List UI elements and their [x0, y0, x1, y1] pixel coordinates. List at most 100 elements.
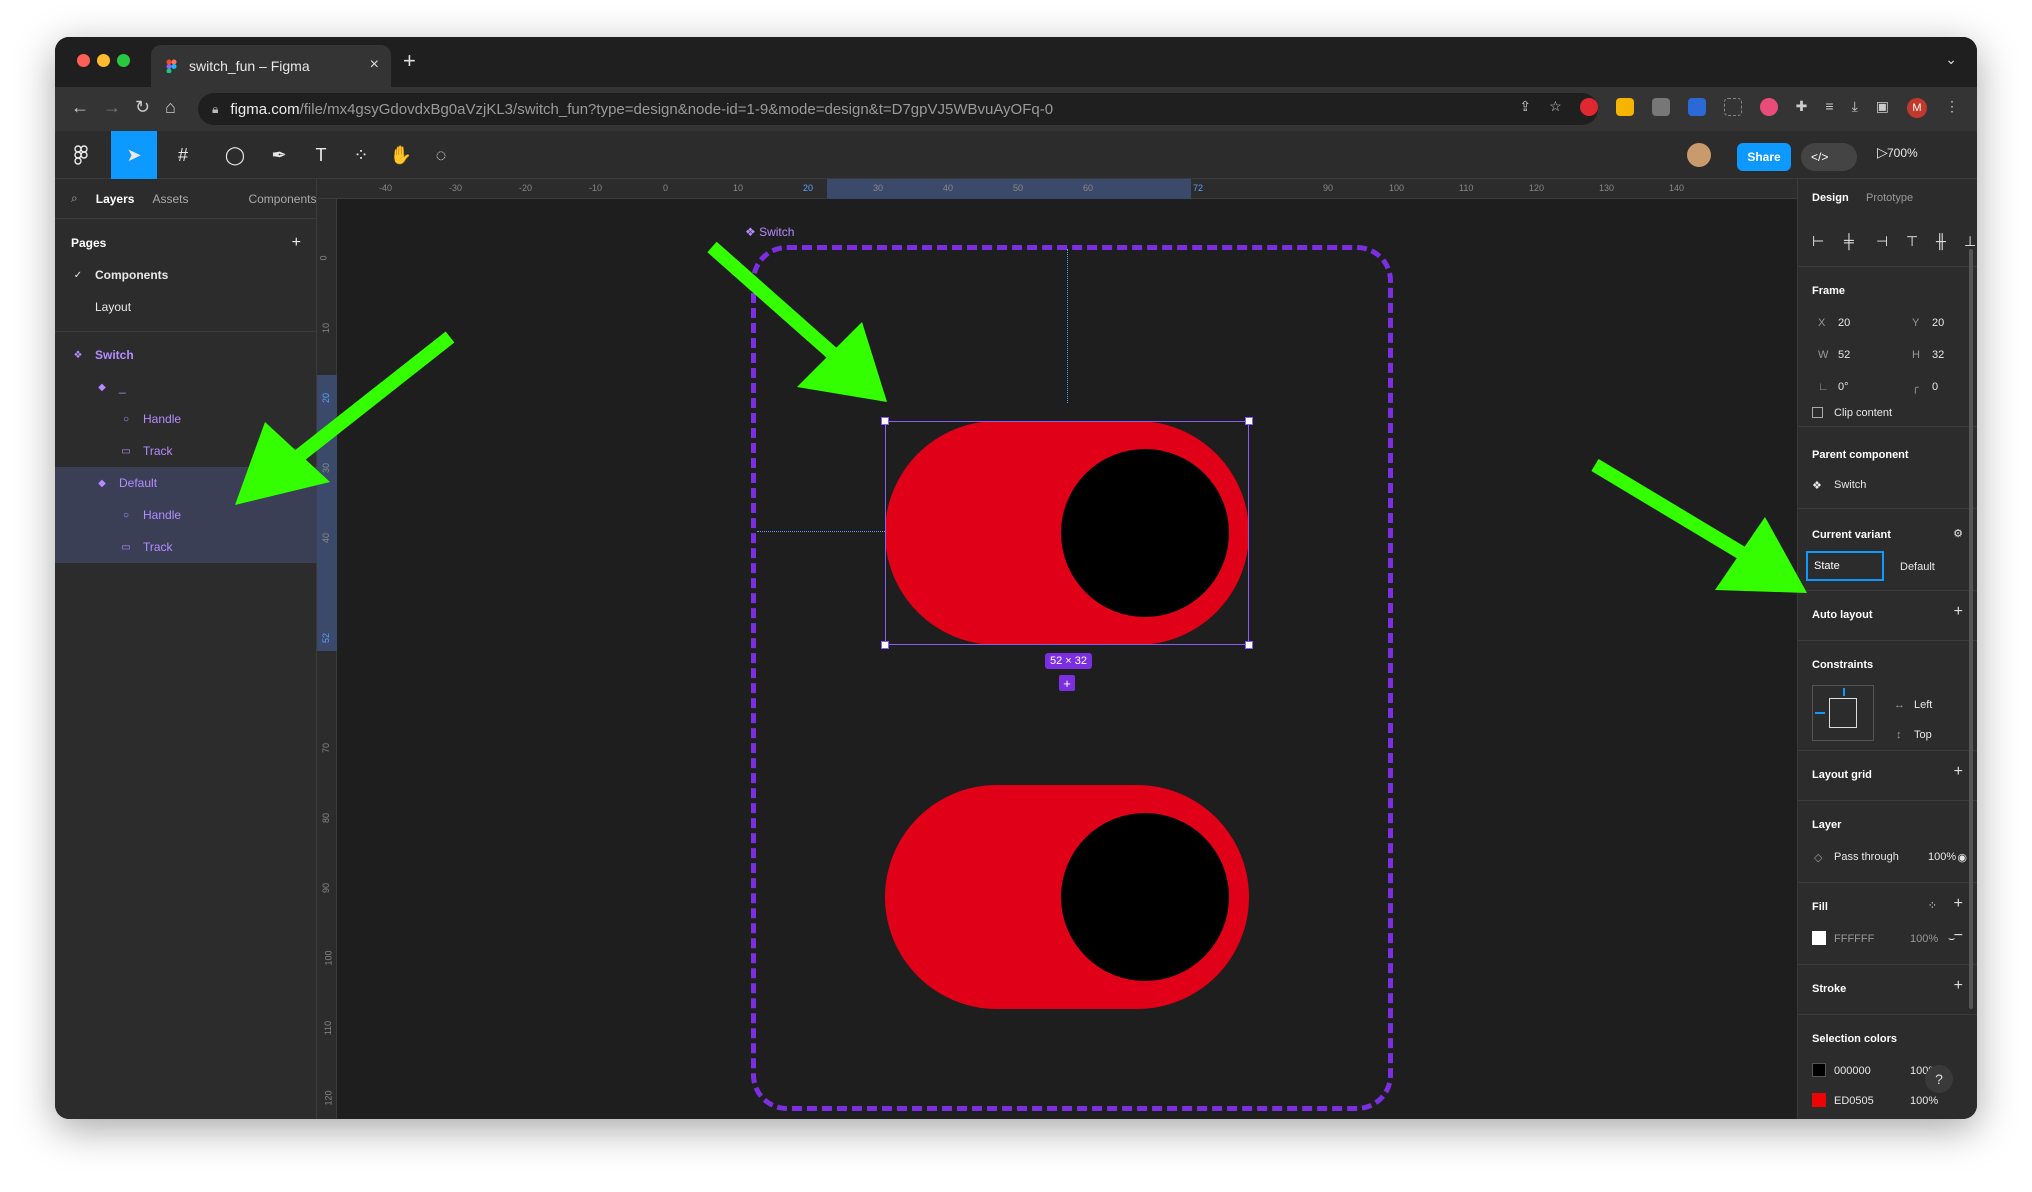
y-input[interactable]: 20 — [1932, 317, 1944, 329]
selection-color-swatch[interactable] — [1812, 1063, 1826, 1077]
reading-list-icon[interactable]: ≡ — [1825, 98, 1833, 118]
add-auto-layout-button[interactable]: + — [1954, 603, 1963, 621]
constraints-widget[interactable] — [1812, 685, 1874, 741]
bookmark-star-icon[interactable]: ☆ — [1549, 98, 1562, 118]
hand-tool-icon[interactable]: ✋ — [381, 131, 421, 179]
resources-icon[interactable]: ⁘ — [341, 131, 381, 179]
align-top-icon[interactable]: ⊤ — [1906, 233, 1918, 250]
layer-track[interactable]: ▭ Track — [55, 531, 317, 563]
fill-styles-icon[interactable]: ⁘ — [1928, 899, 1937, 912]
switch-handle[interactable] — [1061, 813, 1229, 981]
rotation-input[interactable]: 0° — [1838, 381, 1849, 393]
remove-fill-button[interactable]: − — [1954, 927, 1963, 945]
align-left-icon[interactable]: ⊢ — [1812, 233, 1824, 250]
close-window-button[interactable] — [77, 54, 90, 67]
add-layout-grid-button[interactable]: + — [1954, 763, 1963, 781]
panel-scrollbar[interactable] — [1969, 249, 1973, 1009]
blend-mode-dropdown[interactable]: Pass through — [1834, 851, 1899, 863]
zoom-level[interactable]: 700% — [1887, 146, 1918, 160]
download-icon[interactable]: ⤓ — [1852, 98, 1858, 118]
align-right-icon[interactable]: ⊣ — [1876, 233, 1888, 250]
add-stroke-button[interactable]: + — [1954, 977, 1963, 995]
share-page-icon[interactable]: ⇪ — [1519, 98, 1531, 118]
maximize-window-button[interactable] — [117, 54, 130, 67]
align-center-h-icon[interactable]: ╪ — [1844, 233, 1854, 249]
layer-opacity-input[interactable]: 100% — [1928, 851, 1956, 863]
selection-color-hex[interactable]: 000000 — [1834, 1065, 1871, 1077]
constraint-left-marker[interactable] — [1815, 712, 1825, 714]
variant-value-dropdown[interactable]: Default — [1900, 561, 1935, 573]
switch-variant-2[interactable] — [885, 785, 1249, 1009]
x-input[interactable]: 20 — [1838, 317, 1850, 329]
frame-title[interactable]: Frame — [1812, 285, 1845, 297]
fill-opacity-input[interactable]: 100% — [1910, 933, 1938, 945]
profile-avatar[interactable]: M — [1907, 98, 1927, 118]
add-fill-button[interactable]: + — [1954, 895, 1963, 913]
extension-dotted-icon[interactable] — [1723, 98, 1742, 116]
constraint-top-marker[interactable] — [1843, 688, 1845, 696]
home-icon[interactable]: ⌂ — [165, 97, 176, 118]
align-middle-icon[interactable]: ╫ — [1936, 233, 1946, 249]
tab-close-icon[interactable]: × — [370, 56, 379, 74]
resize-handle[interactable] — [881, 641, 889, 649]
frame-tool-icon[interactable]: # — [163, 131, 203, 179]
extension-yellow-icon[interactable] — [1615, 98, 1634, 116]
clip-content-checkbox[interactable] — [1812, 407, 1823, 418]
tab-layers[interactable]: Layers — [96, 192, 135, 206]
variant-property-field[interactable]: State — [1806, 551, 1884, 581]
main-menu-icon[interactable] — [61, 131, 101, 179]
selection-color-opacity[interactable]: 100% — [1910, 1095, 1938, 1107]
extension-blue-icon[interactable] — [1687, 98, 1706, 116]
fill-hex-input[interactable]: FFFFFF — [1834, 933, 1874, 945]
extension-pink-icon[interactable] — [1759, 98, 1778, 116]
visibility-eye-icon[interactable]: ◉ — [1957, 851, 1967, 864]
browser-tab[interactable]: switch_fun – Figma × — [151, 45, 391, 87]
move-tool-icon[interactable]: ➤ — [111, 131, 157, 179]
h-input[interactable]: 32 — [1932, 349, 1944, 361]
search-icon[interactable]: ⌕ — [71, 191, 78, 206]
design-canvas[interactable]: -40 -30 -20 -10 0 10 20 30 40 50 60 72 9… — [317, 179, 1797, 1119]
w-input[interactable]: 52 — [1838, 349, 1850, 361]
page-item-components[interactable]: ✓ Components — [55, 259, 317, 291]
align-bottom-icon[interactable]: ⊥ — [1964, 233, 1976, 250]
extension-red-icon[interactable] — [1579, 98, 1598, 116]
selection-color-swatch[interactable] — [1812, 1093, 1826, 1107]
minimize-window-button[interactable] — [97, 54, 110, 67]
add-variant-button[interactable]: + — [1059, 675, 1075, 691]
collaborator-avatar[interactable] — [1687, 143, 1711, 167]
shape-tool-icon[interactable]: ◯ — [215, 131, 255, 179]
help-button[interactable]: ? — [1925, 1065, 1953, 1093]
back-arrow-icon[interactable]: ← — [71, 97, 89, 118]
new-tab-button[interactable]: + — [403, 48, 416, 74]
browser-menu-icon[interactable]: ⋮ — [1945, 98, 1959, 118]
page-item-layout[interactable]: Layout — [55, 291, 317, 323]
radius-input[interactable]: 0 — [1932, 381, 1938, 393]
switch-default-variant[interactable] — [881, 417, 1253, 649]
selection-color-hex[interactable]: ED0505 — [1834, 1095, 1874, 1107]
add-page-button[interactable]: + — [292, 234, 301, 252]
resize-handle[interactable] — [1245, 417, 1253, 425]
share-button[interactable]: Share — [1737, 143, 1791, 171]
forward-arrow-icon[interactable]: → — [103, 97, 121, 118]
variant-settings-icon[interactable]: ⚙ — [1953, 527, 1963, 540]
text-tool-icon[interactable]: T — [301, 131, 341, 179]
tab-assets[interactable]: Assets — [152, 192, 188, 206]
address-input[interactable]: 🔒︎ figma.com /file/mx4gsyGdovdxBg0aVzjKL… — [198, 93, 1598, 125]
resize-handle[interactable] — [1245, 641, 1253, 649]
fill-swatch[interactable] — [1812, 931, 1826, 945]
extension-camera-icon[interactable] — [1651, 98, 1670, 116]
tab-components[interactable]: Components — [248, 192, 316, 206]
horizontal-constraint-dropdown[interactable]: Left — [1914, 699, 1932, 711]
reload-icon[interactable]: ↻ — [135, 97, 150, 118]
dev-mode-toggle[interactable]: </> — [1801, 143, 1857, 171]
pen-tool-icon[interactable]: ✒ — [259, 131, 299, 179]
sidebar-icon[interactable]: ▣ — [1876, 98, 1889, 118]
comment-tool-icon[interactable]: ◌ — [421, 131, 461, 179]
puzzle-icon[interactable]: ✚ — [1796, 98, 1808, 118]
resize-handle[interactable] — [881, 417, 889, 425]
tab-design[interactable]: Design — [1812, 192, 1849, 204]
parent-component-link[interactable]: Switch — [1834, 479, 1866, 491]
tab-list-chevron-icon[interactable]: ⌄ — [1945, 51, 1957, 68]
tab-prototype[interactable]: Prototype — [1866, 192, 1913, 204]
vertical-constraint-dropdown[interactable]: Top — [1914, 729, 1932, 741]
